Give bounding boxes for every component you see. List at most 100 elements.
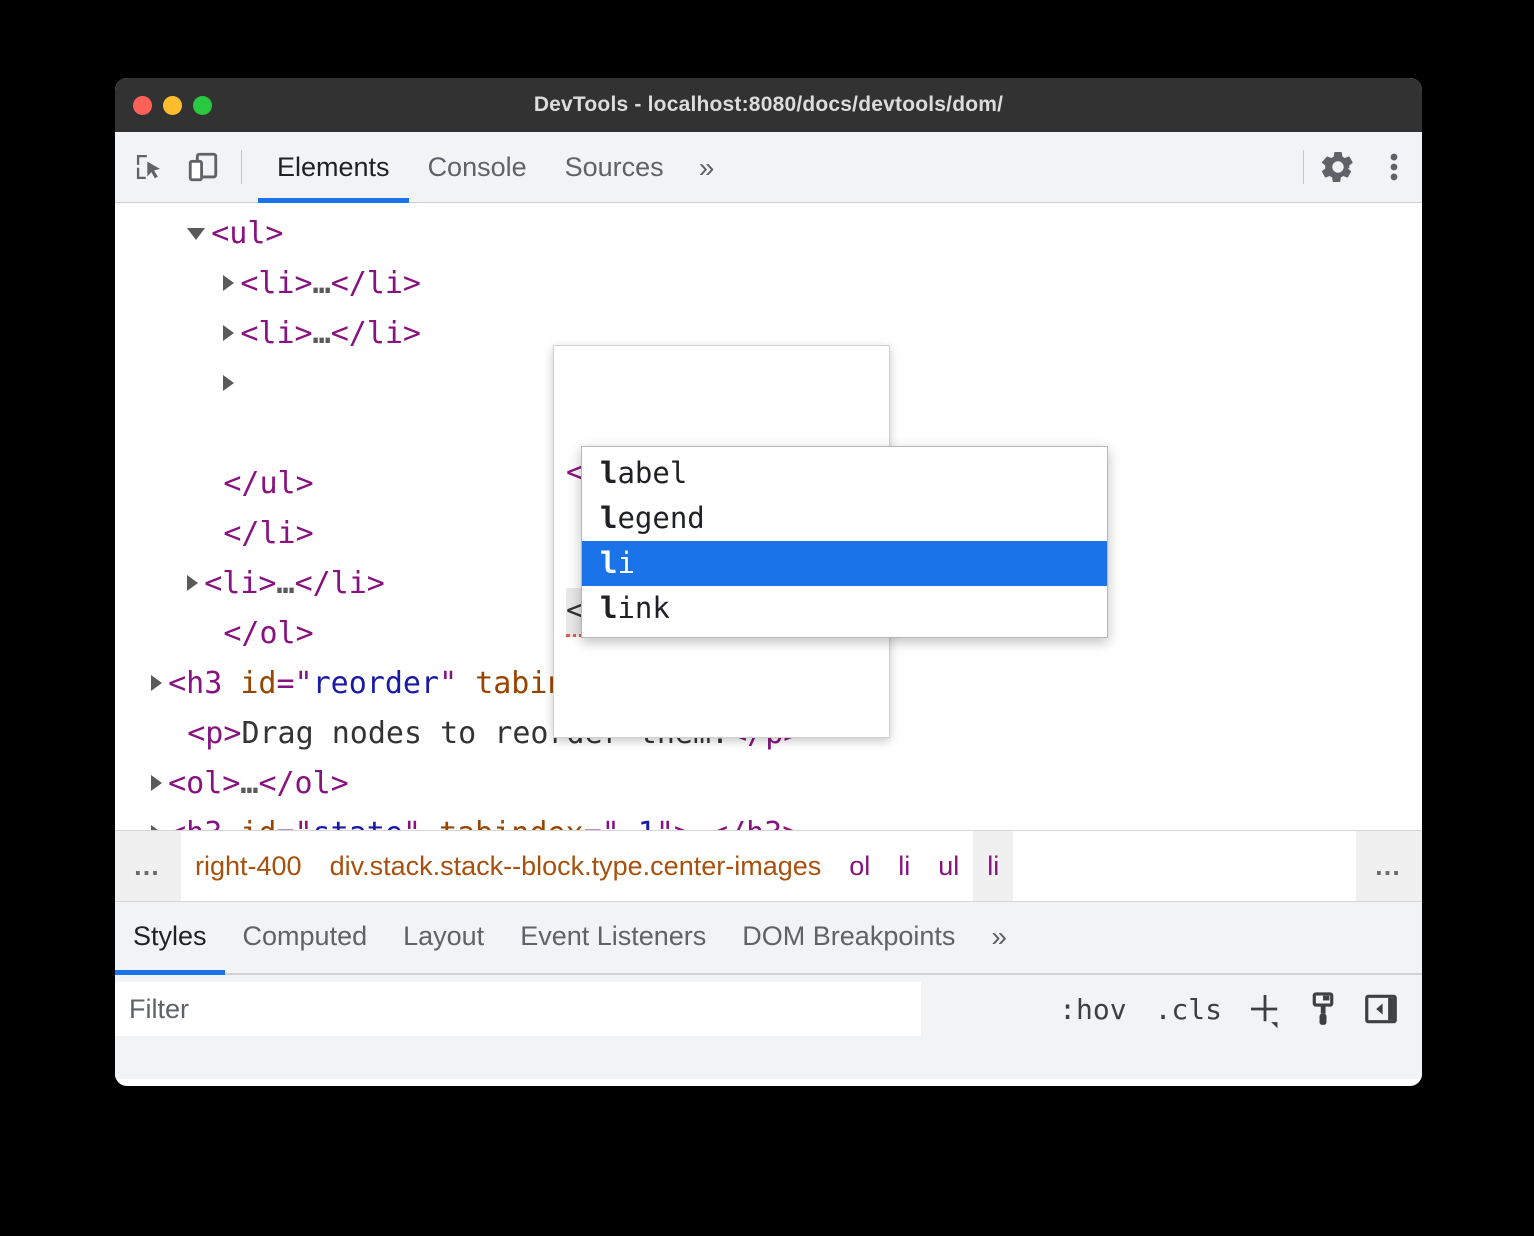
autocomplete-item-legend[interactable]: legend <box>582 496 1107 541</box>
indent-spacer <box>115 466 187 501</box>
node-token: … <box>313 316 331 351</box>
three-dots-vertical-icon[interactable] <box>1366 132 1422 203</box>
indent-spacer <box>115 566 187 601</box>
tab-elements[interactable]: Elements <box>258 132 409 203</box>
node-token: <ul> <box>211 216 283 251</box>
new-style-rule-button[interactable] <box>1238 982 1292 1036</box>
breadcrumb-item-4[interactable]: ul <box>924 831 973 901</box>
tab-console[interactable]: Console <box>409 132 546 203</box>
toolbar-divider <box>241 150 242 184</box>
chevron-right-icon[interactable] <box>151 825 162 830</box>
chevron-right-icon[interactable] <box>223 375 234 391</box>
indent-spacer <box>115 716 151 751</box>
minimize-window-button[interactable] <box>163 96 182 115</box>
devtools-toolbar: Elements Console Sources » <box>115 132 1422 203</box>
node-token: <li> <box>240 266 312 301</box>
toggle-sidebar-icon[interactable] <box>1354 982 1408 1036</box>
node-token: </li> <box>331 266 421 301</box>
window-title: DevTools - localhost:8080/docs/devtools/… <box>115 93 1422 117</box>
node-token: =" <box>277 666 313 701</box>
tab-layout[interactable]: Layout <box>385 900 502 973</box>
autocomplete-item-label[interactable]: label <box>582 451 1107 496</box>
window-title-bar: DevTools - localhost:8080/docs/devtools/… <box>115 78 1422 132</box>
tab-computed[interactable]: Computed <box>225 900 386 973</box>
triangle-placeholder <box>187 616 223 651</box>
indent-spacer <box>115 316 223 351</box>
chevron-right-icon[interactable] <box>151 675 162 691</box>
dom-node-h3-state[interactable]: <h3 id="state" tabindex="-1">…</h3> <box>115 809 1422 830</box>
autocomplete-item-li[interactable]: li <box>582 541 1107 586</box>
node-token: =" <box>584 816 620 830</box>
dom-node-ul-open[interactable]: <ul> <box>115 209 1422 259</box>
node-token: id <box>240 816 276 830</box>
gear-icon[interactable] <box>1310 132 1366 203</box>
toolbar-right-actions <box>1303 132 1422 202</box>
node-token: </ol> <box>223 616 313 651</box>
styles-more-tabs-chevron-icon[interactable]: » <box>973 900 1025 973</box>
chevron-right-icon[interactable] <box>187 575 198 591</box>
close-window-button[interactable] <box>133 96 152 115</box>
breadcrumb-item-3[interactable]: li <box>884 831 924 901</box>
dom-node-li-1[interactable]: <li>…</li> <box>115 259 1422 309</box>
node-token: </ul> <box>223 466 313 501</box>
inspect-element-icon[interactable] <box>129 147 169 187</box>
styles-panel-tabs: Styles Computed Layout Event Listeners D… <box>115 902 1422 975</box>
tab-event-listeners[interactable]: Event Listeners <box>502 900 724 973</box>
node-token: " <box>403 816 439 830</box>
chevron-right-icon[interactable] <box>223 275 234 291</box>
device-toolbar-icon[interactable] <box>183 147 223 187</box>
dom-node-ol-second[interactable]: <ol>…</ol> <box>115 759 1422 809</box>
node-token: =" <box>277 816 313 830</box>
triangle-placeholder <box>187 516 223 551</box>
node-token: "> <box>656 816 692 830</box>
node-token: … <box>277 566 295 601</box>
chevron-down-icon[interactable] <box>187 228 205 240</box>
traffic-lights <box>133 96 212 115</box>
tab-dom-breakpoints[interactable]: DOM Breakpoints <box>724 900 973 973</box>
triangle-placeholder <box>151 716 187 751</box>
node-token: " <box>439 666 475 701</box>
node-token: <h3 <box>168 666 240 701</box>
indent-spacer <box>115 616 187 651</box>
breadcrumb-item-1[interactable]: div.stack.stack--block.type.center-image… <box>316 831 836 901</box>
node-token: reorder <box>313 666 439 701</box>
styles-filter-actions: :hov .cls <box>1047 982 1422 1036</box>
dom-tree-panel[interactable]: <ul> <li>…</li> <li>…</li> </ul> </li> <… <box>115 203 1422 830</box>
chevron-right-icon[interactable] <box>223 325 234 341</box>
devtools-window: DevTools - localhost:8080/docs/devtools/… <box>115 78 1422 1086</box>
chevron-right-icon[interactable] <box>151 775 162 791</box>
breadcrumb-item-2[interactable]: ol <box>835 831 884 901</box>
cls-toggle-button[interactable]: .cls <box>1143 993 1234 1026</box>
node-token: </li> <box>223 516 313 551</box>
breadcrumb-overflow-right[interactable]: … <box>1356 831 1422 901</box>
tab-styles[interactable]: Styles <box>115 900 225 973</box>
panel-bottom-filler <box>115 1043 1422 1079</box>
autocomplete-item-link[interactable]: link <box>582 586 1107 631</box>
node-token: <p> <box>187 716 241 751</box>
computed-styles-sidebar-icon[interactable] <box>1296 982 1350 1036</box>
zoom-window-button[interactable] <box>193 96 212 115</box>
indent-spacer <box>115 216 187 251</box>
indent-spacer <box>115 766 151 801</box>
node-token: … <box>692 816 710 830</box>
node-token: state <box>313 816 403 830</box>
node-token: tabindex <box>439 816 584 830</box>
node-token: <ol> <box>168 766 240 801</box>
node-token: </ol> <box>258 766 348 801</box>
filter-input[interactable] <box>115 982 921 1036</box>
tab-sources[interactable]: Sources <box>546 132 683 203</box>
breadcrumb-item-0[interactable]: right-400 <box>181 831 316 901</box>
node-token: <h3 <box>168 816 240 830</box>
hov-toggle-button[interactable]: :hov <box>1047 993 1138 1026</box>
indent-spacer <box>115 266 223 301</box>
breadcrumb[interactable]: … right-400div.stack.stack--block.type.c… <box>115 830 1422 902</box>
more-tabs-chevron-icon[interactable]: » <box>683 132 731 203</box>
node-token: </li> <box>295 566 385 601</box>
indent-spacer <box>115 666 151 701</box>
node-token: … <box>313 266 331 301</box>
breadcrumb-overflow-left[interactable]: … <box>115 831 181 901</box>
node-token: <li> <box>204 566 276 601</box>
tag-autocomplete-dropdown[interactable]: labellegendlilink <box>581 446 1108 638</box>
breadcrumb-item-5[interactable]: li <box>973 831 1013 901</box>
triangle-placeholder <box>187 466 223 501</box>
